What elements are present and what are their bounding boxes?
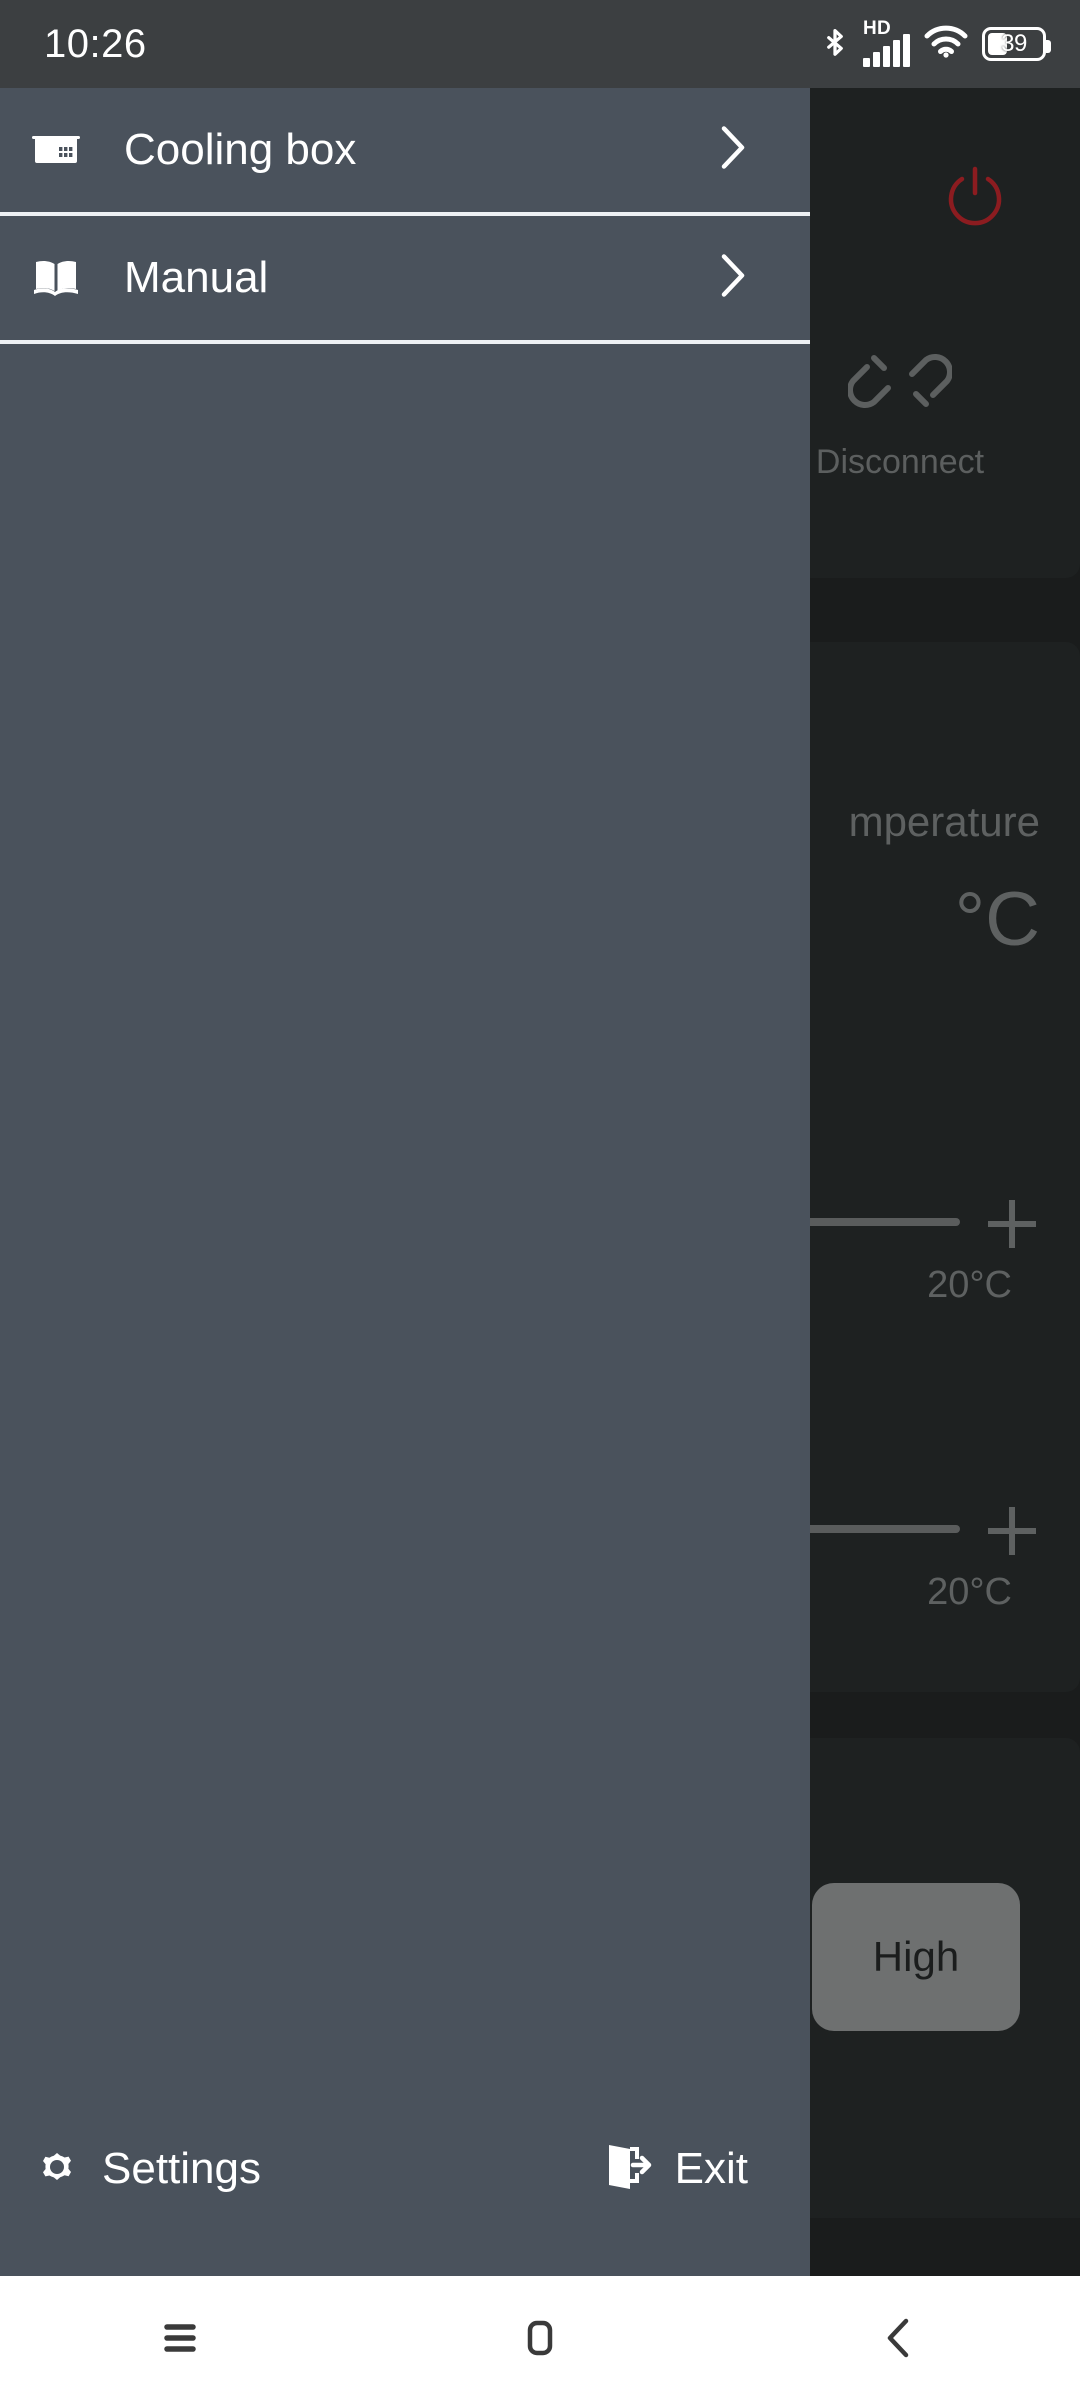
book-icon bbox=[32, 257, 102, 299]
sidebar-item-manual[interactable]: Manual bbox=[0, 216, 810, 340]
cellular-signal-icon: HD bbox=[863, 18, 910, 67]
drawer-footer: Settings Exit bbox=[0, 2086, 810, 2276]
exit-label: Exit bbox=[674, 2144, 748, 2193]
recents-menu-icon[interactable] bbox=[90, 2276, 270, 2400]
sidebar-item-label: Cooling box bbox=[124, 125, 357, 174]
power-icon[interactable] bbox=[942, 163, 1008, 229]
gear-icon bbox=[34, 2144, 80, 2195]
exit-button[interactable]: Exit bbox=[603, 2141, 748, 2198]
sidebar-item-label: Manual bbox=[124, 253, 269, 302]
battery-icon: 39 bbox=[982, 27, 1051, 61]
mode-button-label: High bbox=[872, 1933, 960, 1980]
home-square-icon[interactable] bbox=[450, 2276, 630, 2400]
settings-label: Settings bbox=[102, 2144, 261, 2193]
wifi-icon bbox=[923, 24, 969, 65]
plus-icon[interactable] bbox=[984, 1196, 1040, 1252]
back-chevron-icon[interactable] bbox=[810, 2276, 990, 2400]
network-type-label: HD bbox=[863, 18, 892, 39]
settings-button[interactable]: Settings bbox=[34, 2144, 261, 2195]
sidebar-item-cooling-box[interactable]: Cooling box bbox=[0, 88, 810, 212]
mode-button-high[interactable]: High bbox=[812, 1883, 1020, 2031]
status-bar: 10:26 HD 39 bbox=[0, 0, 1080, 88]
exit-door-icon bbox=[603, 2141, 653, 2198]
chevron-right-icon bbox=[716, 249, 750, 308]
chevron-right-icon bbox=[716, 121, 750, 180]
android-navigation-bar bbox=[0, 2276, 1080, 2400]
plus-icon[interactable] bbox=[984, 1503, 1040, 1559]
cooling-box-icon bbox=[32, 130, 102, 170]
battery-percent-label: 39 bbox=[1001, 30, 1027, 57]
broken-link-icon bbox=[847, 354, 953, 428]
navigation-drawer: Cooling box Manual Settings Exit bbox=[0, 88, 810, 2276]
status-bar-icons: HD 39 bbox=[820, 18, 1051, 70]
status-bar-clock: 10:26 bbox=[44, 21, 147, 66]
phone-screen: 10:26 HD 39 Disconnect mperature °C 20°C… bbox=[0, 0, 1080, 2400]
disconnect-button[interactable]: Disconnect bbox=[780, 338, 1020, 482]
drawer-empty-space bbox=[0, 344, 810, 2086]
bluetooth-icon bbox=[820, 19, 850, 70]
disconnect-label: Disconnect bbox=[815, 443, 985, 481]
